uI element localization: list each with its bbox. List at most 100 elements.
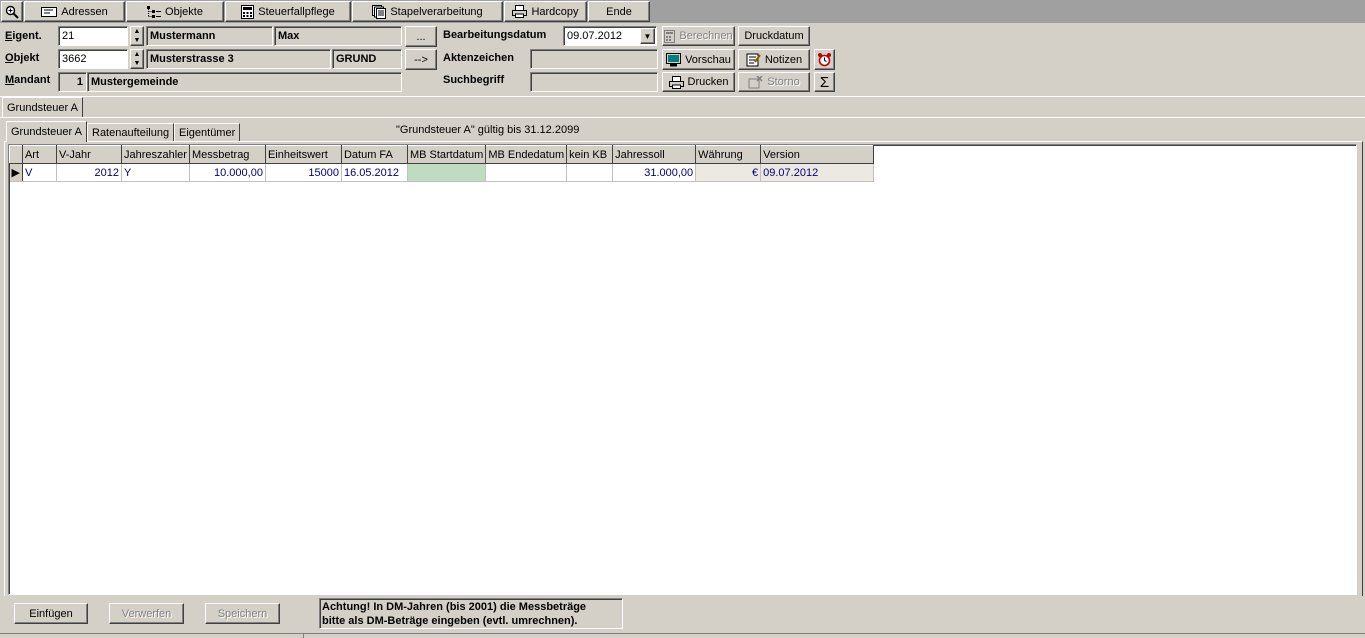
suchbegriff-field [530,72,658,92]
chevron-down-icon[interactable]: ▼ [640,28,655,44]
eigent-id-spinner[interactable]: ▲ ▼ [130,26,144,46]
toolbar-stapelverarbeitung-label: Stapelverarbeitung [390,5,483,18]
row-indicator-icon[interactable]: ▶ [9,163,23,182]
tab-label: Grundsteuer A [11,126,82,138]
printer-icon [512,5,528,18]
notepad-icon [746,53,761,66]
drucken-button[interactable]: Drucken [662,72,735,92]
cell-waehrung[interactable]: € [695,163,762,182]
cell-datum-fa[interactable]: 16.05.2012 [341,163,408,182]
einfuegen-button[interactable]: Einfügen [14,603,88,624]
mandant-id-field: 1 [58,72,87,92]
table-row[interactable]: ▶ V 2012 Y 10.000,00 15000 16.05.2012 31… [9,163,875,182]
column-header-mb-endedatum[interactable]: MB Endedatum [485,145,568,164]
column-header-kein-kb[interactable]: kein KB [566,145,614,164]
main-toolbar: Adressen Objekte Steuerfallpflege Stapel… [0,0,1365,23]
toolbar-ende-label: Ende [606,5,632,18]
toolbar-objekte-button[interactable]: Objekte [126,1,224,22]
eigent-id-input[interactable]: 21 [58,26,128,46]
toolbar-ende-button[interactable]: Ende [588,1,650,22]
spin-up-icon[interactable]: ▲ [131,27,143,36]
spin-down-icon[interactable]: ▼ [131,36,143,45]
spin-up-icon[interactable]: ▲ [131,50,143,59]
calculator-icon [241,4,255,19]
grid-corner [9,145,23,164]
toolbar-adressen-button[interactable]: Adressen [24,1,125,22]
druckdatum-button[interactable]: Druckdatum [738,26,810,46]
column-header-version[interactable]: Version [760,145,875,164]
objekt-label: Objekt [5,52,40,64]
objekt-id-input[interactable]: 3662 [58,49,128,69]
status-bar-divider [303,634,304,638]
cell-einheitswert[interactable]: 15000 [265,163,342,182]
storno-button[interactable]: Storno [738,72,810,92]
column-header-datum-fa[interactable]: Datum FA [340,145,408,164]
tab-eigentuemer[interactable]: Eigentümer [174,123,241,141]
column-header-mb-startdatum[interactable]: MB Startdatum [406,145,487,164]
bearbeitungsdatum-label: Bearbeitungsdatum [443,29,547,41]
tab-grundsteuer-a-outer[interactable]: Grundsteuer A [2,97,83,117]
column-header-waehrung[interactable]: Währung [695,145,762,164]
toolbar-stapelverarbeitung-button[interactable]: Stapelverarbeitung [352,1,503,22]
tab-label: Eigentümer [179,126,236,139]
aktenzeichen-field [530,49,658,69]
column-header-jahreszahler[interactable]: Jahreszahler [120,145,190,164]
eigent-label: Eigent. [5,30,42,42]
objekt-id-spinner[interactable]: ▲ ▼ [130,49,144,69]
column-header-v-jahr[interactable]: V-Jahr [55,145,122,164]
cell-kein-kb[interactable] [566,163,614,182]
column-header-messbetrag[interactable]: Messbetrag [188,145,266,164]
toolbar-hardcopy-label: Hardcopy [531,5,579,18]
grid-table: Art V-Jahr Jahreszahler Messbetrag Einhe… [9,145,875,182]
toolbar-hardcopy-button[interactable]: Hardcopy [504,1,587,22]
cell-jahressoll[interactable]: 31.000,00 [612,163,697,182]
alarm-clock-icon [818,53,831,67]
cell-messbetrag[interactable]: 10.000,00 [189,163,266,182]
eigent-name-field: Mustermann [146,26,273,46]
spin-down-icon[interactable]: ▼ [131,59,143,68]
notizen-button[interactable]: Notizen [738,49,810,70]
eigent-vorname-field: Max [274,26,402,46]
column-header-art[interactable]: Art [21,145,57,164]
aktenzeichen-label: Aktenzeichen [443,52,514,64]
sigma-icon: Σ [819,73,830,91]
column-header-einheitswert[interactable]: Einheitswert [264,145,342,164]
mandant-label: Mandant [5,74,51,86]
warning-line-1: Achtung! In DM-Jahren (bis 2001) die Mes… [322,601,587,613]
toolbar-steuerfallpflege-button[interactable]: Steuerfallpflege [225,1,351,22]
cell-v-jahr[interactable]: 2012 [56,163,122,182]
objekt-type-field: GRUND [332,49,402,69]
cell-mb-endedatum[interactable] [485,163,568,182]
vorschau-label: Vorschau [685,53,731,66]
outer-tab-line [0,117,1365,118]
zoom-button[interactable] [1,1,23,22]
speichern-button[interactable]: Speichern [205,603,280,624]
tab-grundsteuer-a[interactable]: Grundsteuer A [6,121,87,142]
alarm-clock-button[interactable] [814,49,835,70]
bearbeitungsdatum-value: 09.07.2012 [567,30,623,42]
data-grid[interactable]: Art V-Jahr Jahreszahler Messbetrag Einhe… [8,144,1357,595]
address-card-icon [41,6,58,17]
toolbar-adressen-label: Adressen [61,5,108,18]
objekt-navigate-button[interactable]: --> [405,49,437,70]
warning-line-2: bitte als DM-Beträge eingeben (evtl. umr… [322,615,578,627]
einfuegen-label: Einfügen [29,607,73,620]
verwerfen-button[interactable]: Verwerfen [109,603,184,624]
objekt-address-field: Musterstrasse 3 [146,49,331,69]
dm-warning-box: Achtung! In DM-Jahren (bis 2001) die Mes… [319,598,623,629]
vorschau-button[interactable]: Vorschau [662,49,735,70]
column-header-jahressoll[interactable]: Jahressoll [612,145,697,164]
tab-ratenaufteilung[interactable]: Ratenaufteilung [87,123,175,141]
sum-button[interactable]: Σ [814,72,835,92]
cell-jahreszahler[interactable]: Y [121,163,190,182]
magnifier-icon [5,5,19,19]
eigent-lookup-button[interactable]: ... [405,26,437,47]
berechnen-button[interactable]: Berechnen [662,26,735,46]
storno-label: Storno [767,76,800,88]
validity-note: "Grundsteuer A" gültig bis 31.12.2099 [396,124,580,136]
header-divider [0,96,1365,97]
cell-version[interactable]: 09.07.2012 [760,163,875,182]
cell-mb-startdatum[interactable] [407,163,487,182]
mandant-name-field: Mustergemeinde [87,72,402,92]
cell-art[interactable]: V [22,163,57,182]
